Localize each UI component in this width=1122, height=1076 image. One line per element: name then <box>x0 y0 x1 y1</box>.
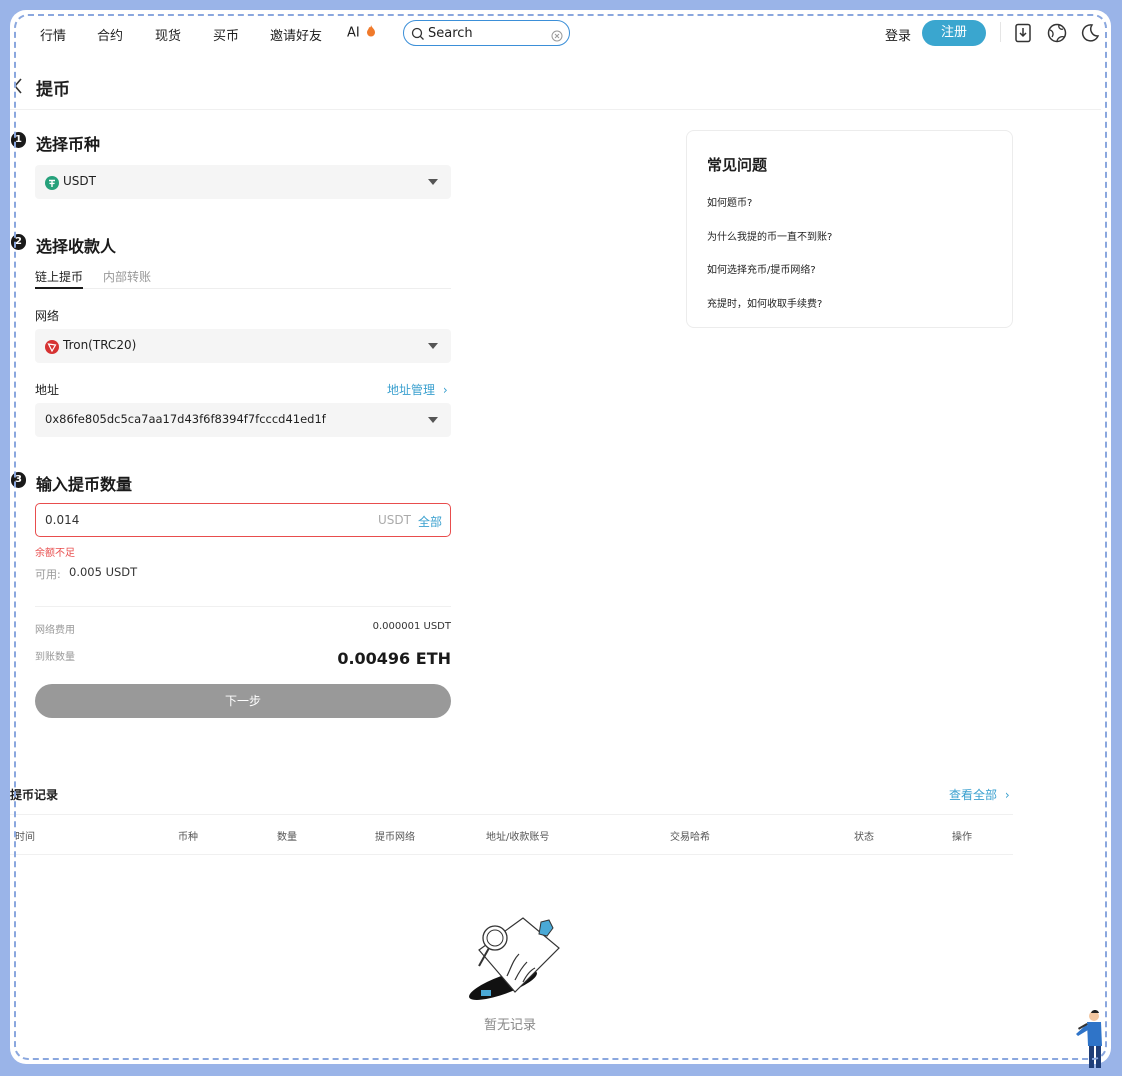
network-fee-value: 0.000001 USDT <box>372 621 451 632</box>
coin-select[interactable]: USDT <box>35 165 451 199</box>
faq-question[interactable]: 为什么我提的币一直不到账? <box>707 228 832 243</box>
tabs-divider <box>35 288 451 289</box>
login-link[interactable]: 登录 <box>885 25 911 44</box>
search-icon <box>411 26 425 45</box>
step-2-title: 选择收款人 <box>36 237 117 256</box>
chevron-down-icon <box>428 179 438 185</box>
column-header-amount: 数量 <box>277 832 297 843</box>
amount-field[interactable]: 0.014 USDT 全部 <box>35 503 451 537</box>
tab-internal-transfer[interactable]: 内部转账 <box>103 268 151 285</box>
faq-question[interactable]: 如何题币? <box>707 194 752 209</box>
network-label: 网络 <box>35 309 60 323</box>
network-select[interactable]: Tron(TRC20) <box>35 329 451 363</box>
download-icon[interactable] <box>1014 23 1032 47</box>
records-header-divider <box>10 854 1013 855</box>
theme-moon-icon[interactable] <box>1080 23 1100 47</box>
nav-item-ai[interactable]: AI <box>347 25 376 41</box>
chevron-right-icon: › <box>442 383 448 397</box>
column-header-tx-hash: 交易哈希 <box>670 832 710 843</box>
nav-ai-label: AI <box>347 25 360 41</box>
chevron-right-icon: › <box>1004 788 1010 802</box>
receive-amount-value: 0.00496 ETH <box>337 649 451 668</box>
nav-item-futures[interactable]: 合约 <box>97 25 123 44</box>
back-arrow-icon[interactable] <box>13 78 23 98</box>
column-header-status: 状态 <box>854 832 874 843</box>
faq-card: 常见问题 如何题币? 为什么我提的币一直不到账? 如何选择充币/提币网络? 充提… <box>686 130 1013 328</box>
search-input[interactable] <box>428 25 546 42</box>
available-label: 可用: <box>35 568 61 581</box>
nav-item-invite[interactable]: 邀请好友 <box>270 25 322 44</box>
amount-input-value[interactable]: 0.014 <box>45 513 79 527</box>
assistant-mascot-icon[interactable] <box>1072 1008 1110 1076</box>
empty-records-illustration <box>463 910 563 1006</box>
address-management-label: 地址管理 <box>387 383 436 397</box>
faq-question[interactable]: 如何选择充币/提币网络? <box>707 261 816 276</box>
search-box[interactable] <box>403 20 570 46</box>
address-select[interactable]: 0x86fe805dc5ca7aa17d43f6f8394f7fcccd41ed… <box>35 403 451 437</box>
empty-records-text: 暂无记录 <box>484 1018 537 1033</box>
column-header-action: 操作 <box>952 832 972 843</box>
step-1-badge: 1 <box>11 132 26 148</box>
tab-onchain-withdraw[interactable]: 链上提币 <box>35 268 83 285</box>
nav-item-buy-crypto[interactable]: 买币 <box>213 25 239 44</box>
next-step-button[interactable]: 下一步 <box>35 684 451 718</box>
nav-item-spot[interactable]: 现货 <box>155 25 181 44</box>
faq-title: 常见问题 <box>707 156 768 174</box>
receive-amount-label: 到账数量 <box>35 652 75 663</box>
step-3-badge: 3 <box>11 472 26 488</box>
clear-search-icon[interactable] <box>551 27 563 46</box>
records-top-divider <box>10 814 1013 815</box>
usdt-coin-icon <box>45 175 59 194</box>
amount-unit: USDT <box>378 513 411 527</box>
available-balance: 0.005 USDT <box>69 565 138 579</box>
step-3-title: 输入提币数量 <box>36 475 133 494</box>
step-2-badge: 2 <box>11 234 26 250</box>
address-management-link[interactable]: 地址管理 › <box>387 381 448 398</box>
header-divider <box>1000 22 1001 42</box>
page-title: 提币 <box>36 80 70 100</box>
records-title: 提币记录 <box>10 788 59 802</box>
globe-icon[interactable] <box>1047 23 1067 47</box>
active-tab-indicator <box>35 287 83 289</box>
view-all-link[interactable]: 查看全部 › <box>949 786 1010 803</box>
coin-select-value: USDT <box>63 174 96 188</box>
address-select-value: 0x86fe805dc5ca7aa17d43f6f8394f7fcccd41ed… <box>45 412 326 426</box>
step-1-title: 选择币种 <box>36 135 101 154</box>
title-divider <box>10 109 1101 110</box>
view-all-label: 查看全部 <box>949 788 998 802</box>
network-select-value: Tron(TRC20) <box>63 338 137 352</box>
register-button[interactable]: 注册 <box>922 20 986 46</box>
fire-icon <box>366 25 376 41</box>
nav-item-market[interactable]: 行情 <box>40 25 66 44</box>
column-header-address: 地址/收款账号 <box>486 832 550 843</box>
withdraw-all-button[interactable]: 全部 <box>418 513 442 530</box>
faq-question[interactable]: 充提时，如何收取手续费? <box>707 295 822 310</box>
column-header-time: 时间 <box>15 832 35 843</box>
chevron-down-icon <box>428 417 438 423</box>
tron-coin-icon <box>45 339 59 358</box>
fee-divider <box>35 606 451 607</box>
column-header-network: 提币网络 <box>375 832 415 843</box>
chevron-down-icon <box>428 343 438 349</box>
network-fee-label: 网络费用 <box>35 625 75 636</box>
column-header-coin: 币种 <box>178 832 198 843</box>
address-label: 地址 <box>35 383 60 397</box>
insufficient-balance-error: 余额不足 <box>35 548 75 559</box>
